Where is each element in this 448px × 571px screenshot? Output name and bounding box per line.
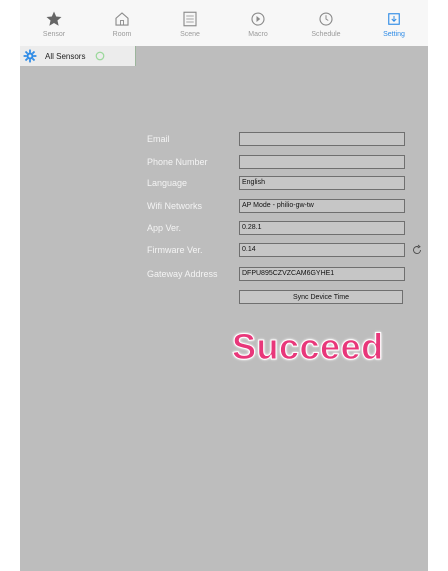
tab-schedule[interactable]: Schedule <box>296 0 356 46</box>
tab-label: Setting <box>383 31 405 38</box>
tab-label: Sensor <box>42 31 66 38</box>
tab-scene[interactable]: Scene <box>160 0 220 46</box>
tab-sensor[interactable]: Sensor <box>24 0 84 46</box>
setting-icon <box>388 13 400 25</box>
scene-icon <box>183 11 197 27</box>
tab-label: Scene <box>180 31 200 38</box>
sync-device-time-button[interactable]: Sync Device Time <box>239 290 403 304</box>
tab-setting[interactable]: Setting <box>364 0 424 46</box>
language-select[interactable]: English <box>239 176 405 190</box>
macro-icon <box>251 12 265 26</box>
sensor-header: All Sensors <box>20 46 136 66</box>
wifi-label: Wifi Networks <box>147 201 203 211</box>
star-icon <box>46 11 62 26</box>
wifi-select[interactable]: AP Mode - philio-gw-tw <box>239 199 405 213</box>
home-icon <box>115 12 129 26</box>
firmware-version-value: 0.14 <box>239 243 405 257</box>
firmware-version-label: Firmware Ver. <box>147 245 203 255</box>
settings-panel: All Sensors Email Phone Number Language … <box>20 46 428 571</box>
phone-field[interactable] <box>239 155 405 169</box>
gateway-value: DFPU895CZVZCAM6GYHE1 <box>239 267 405 281</box>
tab-bar: Sensor Room Scene Macro Schedule Setting <box>20 0 428 46</box>
tab-macro[interactable]: Macro <box>228 0 288 46</box>
clock-icon <box>319 12 333 26</box>
email-label: Email <box>147 134 170 144</box>
refresh-icon[interactable] <box>411 244 423 256</box>
language-label: Language <box>147 178 188 188</box>
email-field[interactable] <box>239 132 405 146</box>
app-version-label: App Ver. <box>147 223 182 233</box>
success-message: Succeed <box>232 326 384 368</box>
tab-label: Macro <box>248 31 268 38</box>
tab-label: Room <box>112 31 132 38</box>
phone-label: Phone Number <box>147 157 208 167</box>
spinner-icon <box>96 51 105 61</box>
app-version-value: 0.28.1 <box>239 221 405 235</box>
tab-room[interactable]: Room <box>92 0 152 46</box>
gateway-label: Gateway Address <box>147 269 218 279</box>
sensor-title: All Sensors <box>45 51 86 61</box>
tab-label: Schedule <box>311 31 341 38</box>
gear-icon[interactable] <box>23 49 37 63</box>
